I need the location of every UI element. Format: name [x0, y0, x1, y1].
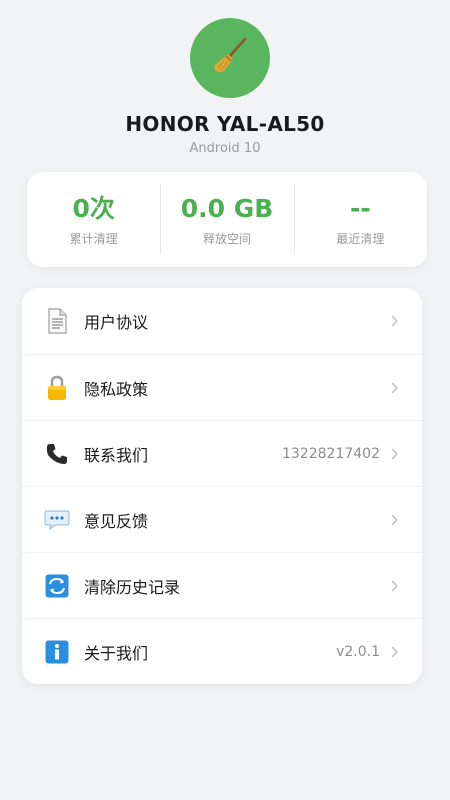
- device-avatar: [190, 18, 270, 98]
- menu-item-clear-history[interactable]: 清除历史记录: [22, 552, 422, 618]
- device-name: HONOR YAL-AL50: [125, 112, 325, 136]
- stat-label: 最近清理: [336, 232, 385, 246]
- os-version: Android 10: [189, 141, 261, 156]
- chat-bubble-icon: [44, 507, 70, 533]
- menu-item-label: 用户协议: [84, 313, 149, 332]
- chevron-right-icon: [386, 514, 404, 526]
- stats-card: 0次 累计清理 0.0 GB 释放空间 -- 最近清理: [27, 172, 427, 267]
- stat-freed-space: 0.0 GB 释放空间: [160, 172, 293, 267]
- stat-value: 0.0 GB: [180, 194, 274, 223]
- settings-menu: 用户协议 隐私政策 联系我们 13228217402 意见反馈 清除历史记录 关…: [22, 288, 422, 684]
- broom-icon: [207, 33, 253, 83]
- lock-icon: [44, 375, 70, 401]
- menu-item-label: 清除历史记录: [84, 577, 181, 597]
- chevron-right-icon: [386, 382, 404, 394]
- stat-label: 释放空间: [202, 232, 251, 246]
- stat-total-cleanups: 0次 累计清理: [27, 172, 160, 267]
- menu-item-about-us[interactable]: 关于我们 v2.0.1: [22, 618, 422, 684]
- stat-last-cleanup: -- 最近清理: [293, 172, 427, 267]
- stat-label: 累计清理: [69, 232, 118, 246]
- contact-phone-number: 13228217402: [282, 445, 380, 462]
- device-header: HONOR YAL-AL50 Android 10: [0, 0, 450, 170]
- chevron-right-icon: [386, 315, 404, 327]
- phone-icon: [44, 441, 70, 467]
- menu-item-label: 关于我们: [84, 643, 149, 663]
- stat-value: --: [349, 194, 371, 223]
- stat-value: 0次: [72, 194, 115, 223]
- refresh-icon: [44, 573, 70, 599]
- chevron-right-icon: [386, 448, 404, 460]
- info-icon: [44, 639, 70, 665]
- chevron-right-icon: [386, 646, 404, 658]
- menu-item-label: 意见反馈: [84, 511, 149, 531]
- document-icon: [44, 308, 70, 334]
- chevron-right-icon: [386, 580, 404, 592]
- menu-item-privacy-policy[interactable]: 隐私政策: [22, 354, 422, 420]
- menu-item-feedback[interactable]: 意见反馈: [22, 486, 422, 552]
- menu-item-user-agreement[interactable]: 用户协议: [22, 288, 422, 354]
- app-version: v2.0.1: [336, 643, 380, 660]
- menu-item-label: 隐私政策: [84, 379, 149, 399]
- menu-item-contact-us[interactable]: 联系我们 13228217402: [22, 420, 422, 486]
- menu-item-label: 联系我们: [84, 445, 149, 465]
